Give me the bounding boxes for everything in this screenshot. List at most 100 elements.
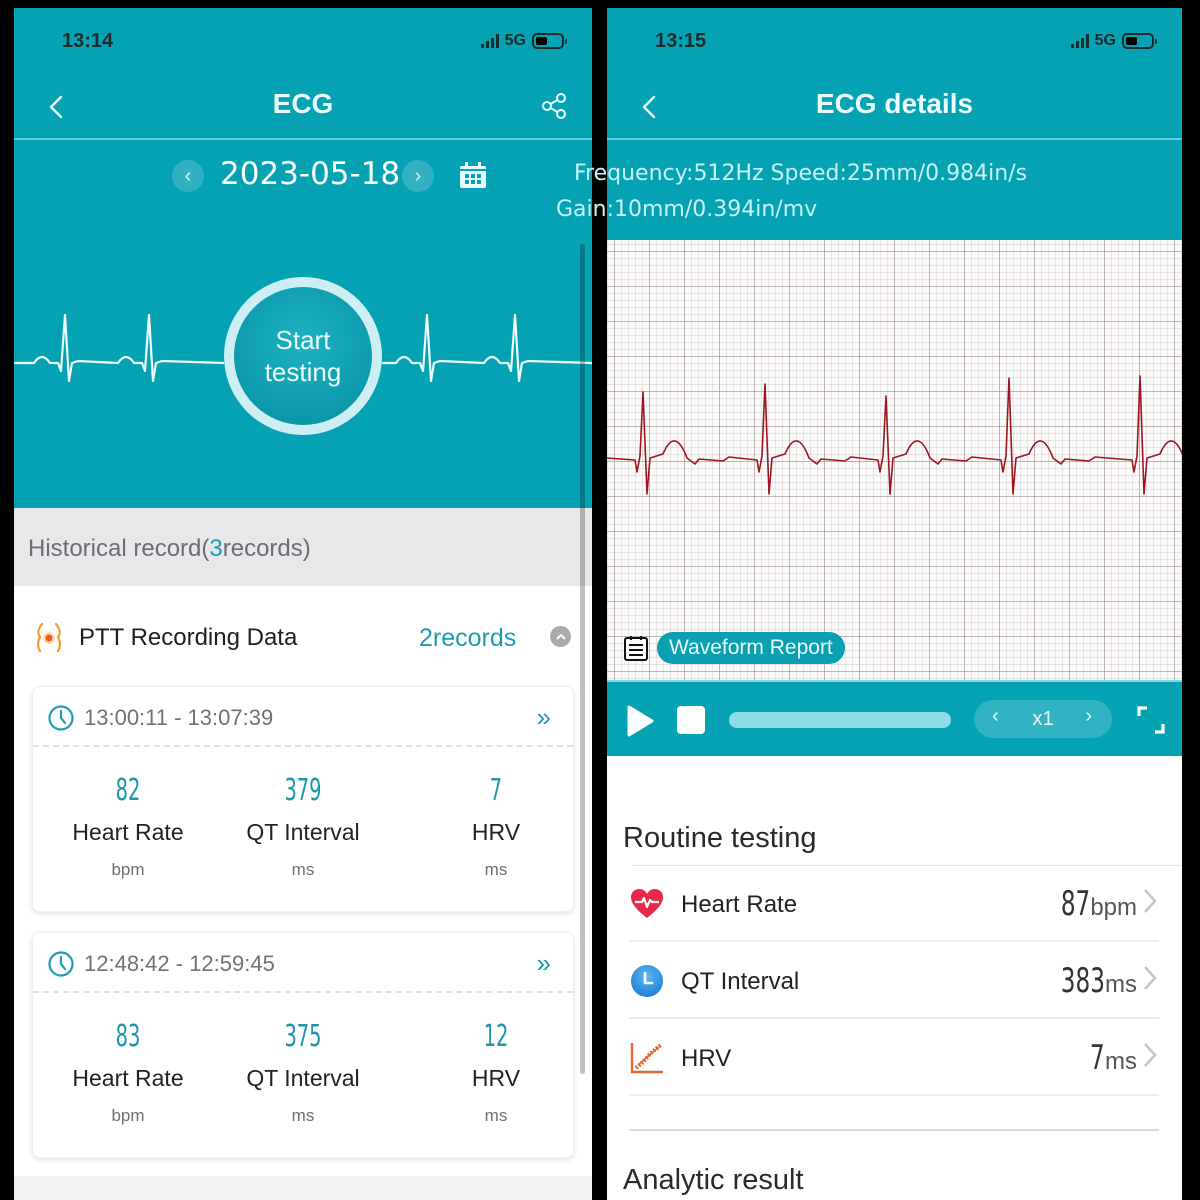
waveform-report-button[interactable]: Waveform Report — [657, 632, 845, 664]
ecg-waveform-grid: Waveform Report — [607, 240, 1182, 680]
heart-icon — [631, 889, 663, 918]
metric-label: Heart Rate — [72, 1065, 184, 1091]
row-label: Heart Rate — [681, 891, 798, 918]
metric-value: 12 — [483, 1019, 509, 1054]
routine-row-hrv[interactable]: HRV 7 ms — [629, 1020, 1159, 1096]
calendar-icon[interactable] — [457, 160, 489, 192]
page-title: ECG details — [815, 88, 974, 119]
nav-bar: ECG — [14, 78, 592, 140]
network-label: 5G — [504, 32, 526, 49]
history-prefix: Historical record( — [28, 535, 210, 562]
metric-label: HRV — [471, 1065, 521, 1091]
ptt-section: PTT Recording Data 2records 13:00:11 - 1… — [14, 586, 592, 1176]
prev-date-button[interactable]: ‹ — [172, 160, 204, 192]
status-bar: 13:15 5G — [607, 8, 1182, 78]
metric-qt-interval: 375 QT Interval ms — [218, 1019, 388, 1126]
metric-unit: ms — [484, 860, 508, 879]
playback-controls: ‹ x1 › — [607, 680, 1182, 756]
analytic-result-title: Analytic result — [623, 1164, 804, 1196]
speed-control: ‹ x1 › — [974, 700, 1112, 738]
metric-hrv: 7 HRV ms — [411, 773, 581, 880]
start-testing-label: Start testing — [234, 287, 372, 425]
row-unit: ms — [1105, 971, 1137, 998]
ptt-section-header[interactable]: PTT Recording Data 2records — [14, 586, 592, 686]
metric-value: 82 — [115, 773, 141, 808]
metric-label: HRV — [471, 819, 521, 845]
ecg-spec-info: Frequency:512Hz Speed:25mm/0.984in/s Gai… — [556, 156, 1027, 228]
metric-label: QT Interval — [246, 1065, 360, 1091]
row-unit: ms — [1105, 1048, 1137, 1075]
chevron-right-icon — [1144, 1043, 1157, 1067]
clock-icon — [48, 951, 74, 977]
routine-testing-title: Routine testing — [623, 822, 817, 854]
ecg-screen: 13:14 5G ECG ‹ 2023-05-18 › Start testin… — [14, 8, 592, 1200]
metric-value: 379 — [284, 773, 322, 808]
body-pulse-icon — [37, 622, 61, 653]
nav-bar: ECG details — [607, 78, 1182, 140]
chevron-right-icon — [1144, 889, 1157, 913]
start-testing-button[interactable]: Start testing — [224, 277, 382, 435]
record-time-range: 13:00:11 - 13:07:39 — [84, 705, 274, 730]
battery-icon — [532, 33, 567, 49]
report-icon[interactable] — [623, 634, 649, 662]
start-label-line2: testing — [264, 357, 342, 387]
status-time: 13:15 — [655, 30, 707, 52]
row-label: HRV — [681, 1045, 732, 1072]
chevron-right-icon — [1144, 966, 1157, 990]
clock-icon — [631, 965, 663, 997]
metric-heart-rate: 83 Heart Rate bpm — [43, 1019, 213, 1126]
row-number: 383 — [1060, 961, 1105, 1001]
status-time: 13:14 — [62, 30, 114, 52]
historical-record-label: Historical record(3records) — [28, 535, 311, 563]
signal-icon — [480, 34, 499, 48]
scrollbar[interactable] — [580, 244, 585, 1074]
routine-row-qt-interval[interactable]: QT Interval 383 ms — [629, 943, 1159, 1019]
collapse-button[interactable] — [550, 626, 571, 647]
row-value: 383 ms — [1040, 961, 1137, 1001]
record-card[interactable]: 13:00:11 - 13:07:39 » 82 Heart Rate bpm 37… — [32, 686, 574, 912]
play-icon[interactable] — [625, 704, 655, 738]
metric-value: 83 — [115, 1019, 141, 1054]
status-bar: 13:14 5G — [14, 8, 592, 78]
record-time-range: 12:48:42 - 12:59:45 — [84, 951, 275, 976]
spec-frequency-speed: Frequency:512Hz Speed:25mm/0.984in/s — [574, 161, 1028, 186]
spec-gain: Gain:10mm/0.394in/mv — [556, 197, 818, 222]
double-chevron-right-icon[interactable]: » — [537, 702, 551, 733]
record-card[interactable]: 12:48:42 - 12:59:45 » 83 Heart Rate bpm 37… — [32, 932, 574, 1158]
selected-date: 2023-05-18 — [220, 156, 401, 192]
next-date-button[interactable]: › — [402, 160, 434, 192]
progress-fill — [729, 712, 951, 728]
metric-unit: bpm — [111, 860, 145, 879]
stop-button[interactable] — [677, 706, 705, 734]
double-chevron-right-icon[interactable]: » — [537, 948, 551, 979]
record-card-header: 12:48:42 - 12:59:45 » — [33, 933, 573, 993]
playback-progress[interactable] — [729, 712, 951, 728]
chevron-up-icon — [555, 633, 566, 640]
signal-icon — [1070, 34, 1089, 48]
metric-unit: ms — [291, 1106, 315, 1125]
fullscreen-icon[interactable] — [1135, 704, 1167, 736]
metric-label: QT Interval — [246, 819, 360, 845]
record-card-header: 13:00:11 - 13:07:39 » — [33, 687, 573, 747]
metric-unit: ms — [291, 860, 315, 879]
hrv-chart-icon — [630, 1043, 663, 1074]
date-picker: ‹ 2023-05-18 › — [14, 156, 592, 200]
ecg-trace — [607, 375, 1182, 495]
status-icons: 5G — [1070, 32, 1157, 50]
network-label: 5G — [1094, 32, 1116, 49]
divider — [629, 1129, 1159, 1131]
metric-unit: bpm — [111, 1106, 145, 1125]
share-icon[interactable] — [538, 90, 570, 122]
ptt-record-count[interactable]: 2records — [419, 624, 516, 653]
bottom-spacer — [14, 1176, 592, 1200]
row-value: 7 ms — [1083, 1038, 1137, 1078]
row-value: 87 bpm — [1047, 884, 1137, 924]
metric-value: 7 — [489, 773, 503, 808]
ptt-section-title: PTT Recording Data — [79, 624, 298, 651]
speed-up-button[interactable]: › — [1085, 705, 1092, 728]
historical-record-bar: Historical record(3records) — [14, 508, 592, 586]
start-label-line1: Start — [275, 325, 331, 355]
routine-row-heart-rate[interactable]: Heart Rate 87 bpm — [629, 866, 1159, 942]
metric-unit: ms — [484, 1106, 508, 1125]
row-unit: bpm — [1090, 894, 1137, 921]
